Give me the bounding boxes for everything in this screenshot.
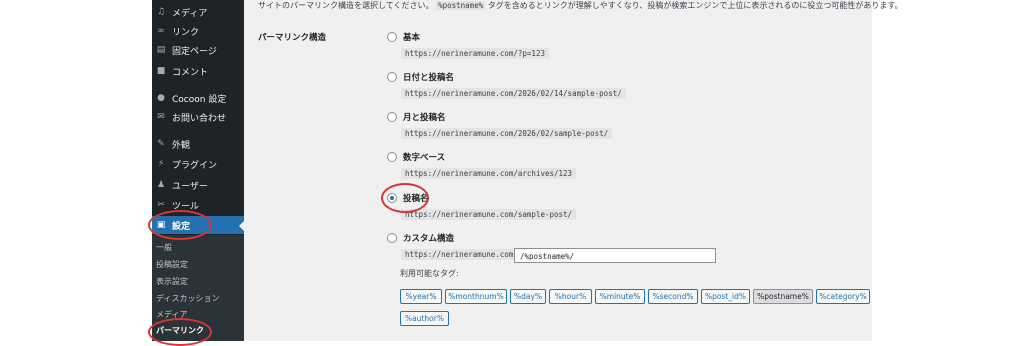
permalink-settings-panel: サイトのパーマリンク構造を選択してください。 %postname% タグを含める… <box>244 0 903 341</box>
permalink-description: サイトのパーマリンク構造を選択してください。 %postname% タグを含める… <box>258 0 903 11</box>
settings-submenu: 一般 投稿設定 表示設定 ディスカッション メディア パーマリンク <box>152 235 244 341</box>
sidebar-item-label: 設定 <box>172 221 191 232</box>
pages-icon: ▤ <box>156 45 166 55</box>
admin-sidebar: ♫ メディア ∞ リンク ▤ 固定ページ ■ コメント ● Cocoon 設定 … <box>152 0 244 341</box>
tag-button-selected[interactable]: %postname% <box>753 289 813 304</box>
sidebar-item-label: Cocoon 設定 <box>172 94 227 105</box>
option-label[interactable]: 月と投稿名 <box>403 111 446 123</box>
submenu-item-writing[interactable]: 投稿設定 <box>156 259 188 270</box>
sidebar-item-comments[interactable]: ■ コメント <box>152 62 244 80</box>
radio-numeric[interactable] <box>387 152 397 162</box>
tag-button[interactable]: %day% <box>510 289 546 304</box>
custom-base-url: https://nerineramune.com <box>401 249 518 260</box>
sidebar-item-label: ユーザー <box>172 181 208 192</box>
option-example: https://nerineramune.com/archives/123 <box>401 168 577 179</box>
submenu-item-reading[interactable]: 表示設定 <box>156 276 188 287</box>
sidebar-item-links[interactable]: ∞ リンク <box>152 22 244 40</box>
section-label: パーマリンク構造 <box>258 33 327 43</box>
submenu-item-general[interactable]: 一般 <box>156 242 172 253</box>
submenu-item-media[interactable]: メディア <box>156 309 187 320</box>
tag-button[interactable]: %category% <box>816 289 870 304</box>
description-prefix: サイトのパーマリンク構造を選択してください。 <box>258 1 434 10</box>
sidebar-item-tools[interactable]: ✂ ツール <box>152 196 244 214</box>
option-example: https://nerineramune.com/?p=123 <box>401 48 549 59</box>
option-label[interactable]: 日付と投稿名 <box>403 71 454 83</box>
option-example: https://nerineramune.com/2026/02/14/samp… <box>401 88 626 99</box>
radio-custom-structure[interactable] <box>387 233 397 243</box>
tag-button[interactable]: %author% <box>400 311 449 326</box>
tag-button[interactable]: %second% <box>648 289 698 304</box>
media-icon: ♫ <box>156 7 166 17</box>
radio-plain[interactable] <box>387 32 397 42</box>
sidebar-item-label: メディア <box>172 8 208 19</box>
option-label[interactable]: 基本 <box>403 31 420 43</box>
sidebar-item-label: リンク <box>172 27 200 38</box>
tools-icon: ✂ <box>157 200 165 210</box>
tag-button[interactable]: %monthnum% <box>445 289 507 304</box>
submenu-item-permalinks[interactable]: パーマリンク <box>156 325 204 336</box>
user-icon: ♟ <box>156 180 166 190</box>
sidebar-item-label: 固定ページ <box>172 46 217 57</box>
option-example: https://nerineramune.com/2026/02/sample-… <box>401 128 613 139</box>
radio-month-and-name[interactable] <box>387 112 397 122</box>
custom-structure-input[interactable]: /%postname%/ <box>514 248 716 263</box>
option-label[interactable]: カスタム構造 <box>403 232 454 244</box>
radio-post-name[interactable] <box>387 193 397 203</box>
radio-day-and-name[interactable] <box>387 72 397 82</box>
available-tags-label: 利用可能なタグ: <box>400 269 459 278</box>
sidebar-item-pages[interactable]: ▤ 固定ページ <box>152 41 244 59</box>
sidebar-item-appearance[interactable]: ✎ 外観 <box>152 135 244 153</box>
sidebar-item-plugins[interactable]: ⚡ プラグイン <box>152 155 244 173</box>
tag-button[interactable]: %post_id% <box>701 289 750 304</box>
option-label[interactable]: 数字ベース <box>403 151 445 163</box>
sidebar-item-settings[interactable]: ▣ 設定 <box>152 216 244 234</box>
description-code: %postname% <box>436 1 486 10</box>
submenu-item-discussion[interactable]: ディスカッション <box>156 293 219 304</box>
option-label[interactable]: 投稿名 <box>403 192 429 204</box>
sidebar-item-contact[interactable]: ✉ お問い合わせ <box>152 108 244 126</box>
appearance-icon: ✎ <box>157 139 165 149</box>
comment-icon: ■ <box>156 66 166 76</box>
mail-icon: ✉ <box>157 112 165 122</box>
settings-icon: ▣ <box>156 220 166 230</box>
cocoon-icon: ● <box>157 93 165 103</box>
option-example: https://nerineramune.com/sample-post/ <box>401 209 577 220</box>
sidebar-item-cocoon[interactable]: ● Cocoon 設定 <box>152 89 244 107</box>
tag-button[interactable]: %minute% <box>595 289 645 304</box>
sidebar-item-label: お問い合わせ <box>172 113 227 124</box>
link-icon: ∞ <box>157 26 165 36</box>
sidebar-item-users[interactable]: ♟ ユーザー <box>152 176 244 194</box>
sidebar-item-label: ツール <box>172 201 200 212</box>
tag-button[interactable]: %hour% <box>549 289 592 304</box>
description-suffix: タグを含めるとリンクが理解しやすくなり、投稿が検索エンジンで上位に表示されるのに… <box>487 1 903 10</box>
sidebar-item-label: 外観 <box>172 140 191 151</box>
sidebar-item-media[interactable]: ♫ メディア <box>152 3 244 21</box>
tag-button[interactable]: %year% <box>400 289 442 304</box>
sidebar-item-label: コメント <box>172 67 209 78</box>
plugin-icon: ⚡ <box>157 159 165 169</box>
sidebar-item-label: プラグイン <box>172 160 218 171</box>
